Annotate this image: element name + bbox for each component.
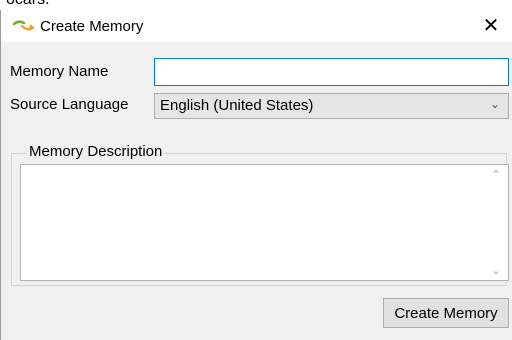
background-text-fragment: ocars. bbox=[6, 0, 50, 9]
dialog-body: Memory Name Source Language English (Uni… bbox=[1, 42, 512, 340]
translation-arrow-icon bbox=[13, 20, 35, 31]
source-language-select[interactable]: English (United States) ⌄ bbox=[154, 93, 509, 119]
create-memory-dialog: Create Memory ✕ Memory Name Source Langu… bbox=[0, 10, 512, 340]
scroll-up-arrow-icon[interactable]: ⌃ bbox=[491, 168, 501, 182]
create-memory-button[interactable]: Create Memory bbox=[383, 298, 509, 328]
dialog-title: Create Memory bbox=[40, 18, 144, 35]
memory-name-input[interactable] bbox=[154, 58, 509, 86]
memory-description-label: Memory Description bbox=[27, 143, 165, 160]
chevron-down-icon: ⌄ bbox=[489, 97, 500, 111]
memory-description-textarea[interactable]: ⌃ ⌄ bbox=[20, 164, 509, 281]
memory-name-label: Memory Name bbox=[10, 63, 109, 80]
title-bar: Create Memory ✕ bbox=[1, 10, 512, 42]
source-language-label: Source Language bbox=[10, 96, 129, 113]
source-language-value: English (United States) bbox=[160, 97, 314, 114]
close-button[interactable]: ✕ bbox=[477, 14, 505, 38]
scroll-down-arrow-icon[interactable]: ⌄ bbox=[491, 263, 501, 277]
